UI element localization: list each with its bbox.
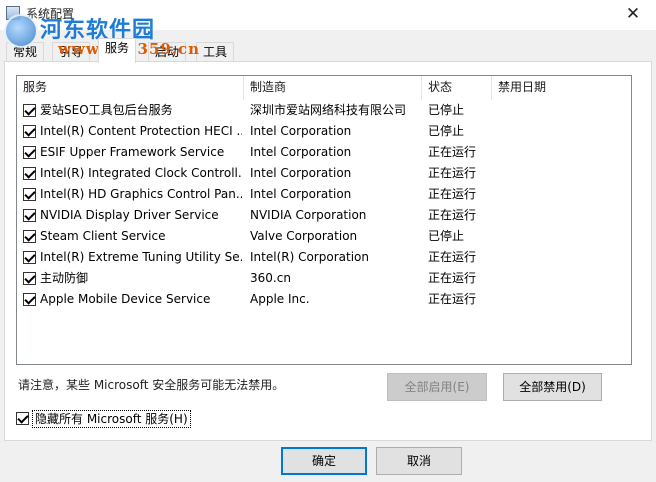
service-checkbox[interactable] — [23, 188, 36, 201]
services-list[interactable]: 服务 制造商 状态 禁用日期 爱站SEO工具包后台服务 深圳市爱站网络科技有限公… — [16, 75, 632, 365]
service-status: 正在运行 — [428, 271, 477, 285]
service-status: 正在运行 — [428, 292, 477, 306]
list-item[interactable]: 爱站SEO工具包后台服务 深圳市爱站网络科技有限公司 已停止 — [17, 100, 631, 121]
service-status: 正在运行 — [428, 145, 477, 159]
window-title: 系统配置 — [26, 7, 75, 21]
service-status: 正在运行 — [428, 250, 477, 264]
close-button[interactable]: ✕ — [610, 0, 656, 30]
service-status: 正在运行 — [428, 166, 477, 180]
service-status: 正在运行 — [428, 208, 477, 222]
service-vendor: 360.cn — [250, 271, 291, 285]
service-name: Intel(R) Extreme Tuning Utility Se... — [40, 250, 242, 264]
service-status: 已停止 — [428, 229, 465, 243]
service-checkbox[interactable] — [23, 146, 36, 159]
list-item[interactable]: Apple Mobile Device Service Apple Inc. 正… — [17, 289, 631, 310]
service-checkbox[interactable] — [23, 104, 36, 117]
service-name: Intel(R) Integrated Clock Controll... — [40, 166, 242, 180]
service-name: 爱站SEO工具包后台服务 — [40, 103, 173, 117]
service-vendor: Apple Inc. — [250, 292, 310, 306]
service-checkbox[interactable] — [23, 167, 36, 180]
column-header-vendor[interactable]: 制造商 — [244, 76, 422, 100]
list-item[interactable]: 主动防御 360.cn 正在运行 — [17, 268, 631, 289]
service-name: Steam Client Service — [40, 229, 166, 243]
service-status: 已停止 — [428, 103, 465, 117]
service-vendor: Intel Corporation — [250, 124, 352, 138]
service-name: Intel(R) Content Protection HECI ... — [40, 124, 242, 138]
service-name: NVIDIA Display Driver Service — [40, 208, 219, 222]
service-status: 正在运行 — [428, 187, 477, 201]
list-item[interactable]: Intel(R) HD Graphics Control Pan... Inte… — [17, 184, 631, 205]
service-checkbox[interactable] — [23, 293, 36, 306]
service-name: 主动防御 — [40, 271, 89, 285]
list-item[interactable]: Intel(R) Extreme Tuning Utility Se... In… — [17, 247, 631, 268]
service-checkbox[interactable] — [23, 209, 36, 222]
column-header-disabled-date[interactable]: 禁用日期 — [492, 76, 631, 100]
tab-general[interactable]: 常规 — [6, 42, 45, 62]
service-vendor: 深圳市爱站网络科技有限公司 — [250, 103, 407, 117]
enable-all-button[interactable]: 全部启用(E) — [387, 373, 487, 401]
tab-strip: 常规 引导 服务 启动 工具 — [4, 38, 654, 63]
ok-button[interactable]: 确定 — [281, 447, 367, 475]
list-item[interactable]: Intel(R) Integrated Clock Controll... In… — [17, 163, 631, 184]
list-item[interactable]: NVIDIA Display Driver Service NVIDIA Cor… — [17, 205, 631, 226]
column-header-status[interactable]: 状态 — [422, 76, 492, 100]
tab-services[interactable]: 服务 — [98, 38, 137, 63]
service-vendor: Intel(R) Corporation — [250, 250, 369, 264]
service-checkbox[interactable] — [23, 251, 36, 264]
service-name: Intel(R) HD Graphics Control Pan... — [40, 187, 242, 201]
disable-all-button[interactable]: 全部禁用(D) — [503, 373, 602, 401]
service-status: 已停止 — [428, 124, 465, 138]
security-services-note: 请注意，某些 Microsoft 安全服务可能无法禁用。 — [18, 378, 285, 392]
list-header: 服务 制造商 状态 禁用日期 — [17, 76, 631, 100]
list-item[interactable]: Steam Client Service Valve Corporation 已… — [17, 226, 631, 247]
tab-boot[interactable]: 引导 — [52, 42, 91, 62]
service-checkbox[interactable] — [23, 230, 36, 243]
service-vendor: Intel Corporation — [250, 187, 352, 201]
app-icon — [6, 6, 20, 20]
service-checkbox[interactable] — [23, 272, 36, 285]
list-item[interactable]: ESIF Upper Framework Service Intel Corpo… — [17, 142, 631, 163]
service-vendor: Intel Corporation — [250, 166, 352, 180]
service-vendor: NVIDIA Corporation — [250, 208, 367, 222]
hide-ms-services-checkbox[interactable] — [16, 412, 29, 425]
cancel-button[interactable]: 取消 — [376, 447, 462, 475]
list-item[interactable]: Intel(R) Content Protection HECI ... Int… — [17, 121, 631, 142]
service-name: Apple Mobile Device Service — [40, 292, 211, 306]
hide-ms-services-label[interactable]: 隐藏所有 Microsoft 服务(H) — [32, 410, 191, 428]
column-header-service[interactable]: 服务 — [17, 76, 244, 100]
title-bar: 系统配置 ✕ — [0, 0, 656, 30]
tab-tools[interactable]: 工具 — [196, 42, 235, 62]
service-vendor: Valve Corporation — [250, 229, 358, 243]
service-vendor: Intel Corporation — [250, 145, 352, 159]
service-name: ESIF Upper Framework Service — [40, 145, 225, 159]
tab-startup[interactable]: 启动 — [148, 42, 187, 62]
service-checkbox[interactable] — [23, 125, 36, 138]
